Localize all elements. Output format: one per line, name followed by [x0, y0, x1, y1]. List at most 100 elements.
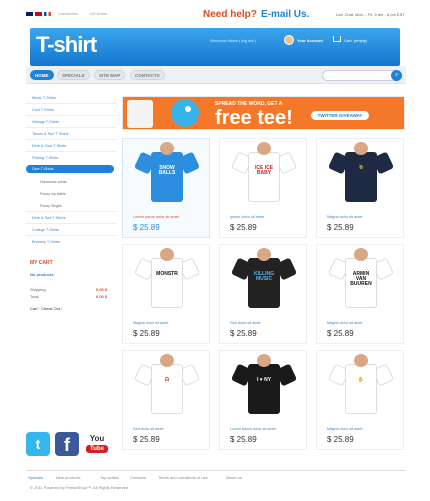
cart-icon[interactable] — [333, 36, 341, 42]
total-value: 0.00 $ — [96, 294, 108, 299]
product-image[interactable]: ARMIN VAN BUUREN — [327, 248, 395, 308]
product-name[interactable]: Sed dolor sit amet — [230, 321, 261, 325]
shirt-print-graphic: KILLING MUSIC — [254, 271, 274, 282]
tab-contacts[interactable]: CONTACTS — [130, 70, 165, 80]
product-image[interactable]: ☃ — [327, 142, 395, 202]
category-item[interactable]: Tennis & Surf T-Shirts — [32, 132, 69, 136]
product-name[interactable]: Lorem ipsum dolor sit amet — [133, 215, 179, 219]
flag-uk-icon[interactable] — [26, 12, 33, 16]
category-item[interactable]: Cool T-Shirts — [32, 108, 54, 112]
product-name[interactable]: Ipsum dolor sit amet — [230, 215, 264, 219]
product-card[interactable]: I ♥ NY Lorem ipsum dolor sit amet $ 25.89 — [219, 350, 307, 450]
product-card[interactable]: ✋ Magna dolor sit amet $ 25.89 — [316, 350, 404, 450]
cart-block: MY CART No products Shipping 0.00 $ Tota… — [26, 254, 116, 324]
category-item-active[interactable]: Dice T-Shirts — [32, 167, 54, 171]
youtube-tube-text: Tube — [86, 445, 108, 453]
tab-site-map[interactable]: SITE MAP — [94, 70, 126, 80]
product-price: $ 25.89 — [230, 329, 257, 338]
cart-checkout-links[interactable]: Cart · Check Out › — [30, 306, 62, 311]
footer-link[interactable]: Terms and conditions of use — [158, 475, 208, 480]
product-card[interactable]: ARMIN VAN BUUREN Magna dolor sit amet $ 25… — [316, 244, 404, 344]
divider — [26, 115, 116, 116]
category-item[interactable]: Vintage T-Shirts — [32, 120, 59, 124]
product-price: $ 25.89 — [230, 435, 257, 444]
footer-link[interactable]: About us — [226, 475, 242, 480]
total-label: Total — [30, 294, 39, 299]
product-card[interactable]: SNOW BALLS Lorem ipsum dolor sit amet $ 25… — [122, 138, 210, 238]
category-item[interactable]: College T-Shirts — [32, 228, 59, 232]
product-image[interactable]: ᗣ — [133, 354, 201, 414]
product-image[interactable]: MONSTR — [133, 248, 201, 308]
footer-link[interactable]: Contacts — [130, 475, 146, 480]
category-item[interactable]: Dine & Surf T-Shirts — [32, 216, 65, 220]
product-card[interactable]: ☃ Magna dolor sit amet $ 25.89 — [316, 138, 404, 238]
product-card[interactable]: ᗣ Sed dolor sit amet $ 25.89 — [122, 350, 210, 450]
shipping-label: Shipping — [30, 287, 46, 292]
product-image[interactable]: KILLING MUSIC — [230, 248, 298, 308]
tab-home[interactable]: HOME — [30, 70, 54, 80]
product-price: $ 25.89 — [327, 223, 354, 232]
currency-select[interactable]: US Dollar — [90, 11, 107, 16]
product-name[interactable]: Lorem ipsum dolor sit amet — [230, 427, 276, 431]
category-item[interactable]: Fishing T-Shirts — [32, 156, 58, 160]
product-price: $ 25.89 — [133, 329, 160, 338]
footer-link[interactable]: Top sellers — [100, 475, 119, 480]
site-logo[interactable]: T-shirt — [36, 32, 97, 58]
category-item[interactable]: Music T-Shirts — [32, 96, 56, 100]
product-name[interactable]: Magna dolor sit amet — [133, 321, 168, 325]
product-name[interactable]: Magna dolor sit amet — [327, 427, 362, 431]
product-name[interactable]: Sed dolor sit amet — [133, 427, 164, 431]
divider — [26, 211, 116, 212]
product-image[interactable]: I ♥ NY — [230, 354, 298, 414]
site-footer: Specials New products Top sellers Contac… — [26, 470, 406, 500]
cart-link[interactable]: Cart: (empty) — [344, 38, 367, 43]
divider — [26, 139, 116, 140]
product-image[interactable]: ✋ — [327, 354, 395, 414]
twitter-icon[interactable]: t — [26, 432, 50, 456]
cart-empty-text: No products — [30, 272, 54, 277]
product-image[interactable]: SNOW BALLS — [133, 142, 201, 202]
shirt-print-graphic: I ♥ NY — [256, 377, 272, 383]
subcategory-item[interactable]: Funny my shirts — [40, 192, 65, 196]
divider — [26, 235, 116, 236]
welcome-text[interactable]: Welcome Adam ( log out ) — [210, 38, 256, 43]
product-name[interactable]: Magna dolor sit amet — [327, 215, 362, 219]
shirt-print-graphic: SNOW BALLS — [158, 165, 176, 176]
footer-link[interactable]: New products — [56, 475, 80, 480]
subcategory-item[interactable]: Funny Singlts — [40, 204, 62, 208]
product-image[interactable]: ICE ICE BABY — [230, 142, 298, 202]
twitter-bird-icon — [171, 99, 199, 127]
top-bar: Currencies: US Dollar Need help? E-mail … — [0, 0, 430, 30]
flag-fr-icon[interactable] — [44, 12, 51, 16]
shirt-print-graphic: ✋ — [357, 377, 365, 383]
footer-link[interactable]: Specials — [28, 475, 43, 480]
copyright-text: © 2011 Powered by PrestaShop™. All Right… — [30, 485, 129, 490]
search-input[interactable]: ⌕ — [322, 70, 402, 81]
email-us-link[interactable]: E-mail Us. — [261, 9, 309, 20]
category-item[interactable]: Dine & Club T-Shirts — [32, 144, 66, 148]
product-card[interactable]: ICE ICE BABY Ipsum dolor sit amet $ 25.89 — [219, 138, 307, 238]
divider — [26, 223, 116, 224]
facebook-icon[interactable]: f — [55, 432, 79, 456]
product-card[interactable]: KILLING MUSIC Sed dolor sit amet $ 25.89 — [219, 244, 307, 344]
search-icon[interactable]: ⌕ — [391, 70, 402, 81]
site-header: T-shirt Welcome Adam ( log out ) Your Ac… — [30, 28, 400, 66]
need-help-text: Need help? — [203, 9, 257, 20]
divider — [26, 127, 116, 128]
flag-es-icon[interactable] — [35, 12, 42, 16]
subcategory-item[interactable]: Humorous prints — [40, 180, 66, 184]
banner-headline: free tee! — [215, 107, 293, 129]
tab-specials[interactable]: SPECIALS — [57, 70, 90, 80]
shipping-value: 0.00 $ — [96, 287, 108, 292]
product-price: $ 25.89 — [327, 329, 354, 338]
youtube-icon[interactable]: You Tube — [84, 432, 110, 456]
account-link[interactable]: Your Account — [297, 38, 323, 43]
twitter-giveaway-banner[interactable]: SPREAD THE WORD, GET A free tee! TWITTER… — [122, 96, 405, 130]
divider — [26, 151, 116, 152]
bird-eye — [185, 106, 191, 112]
user-icon[interactable] — [284, 35, 294, 45]
twitter-giveaway-button[interactable]: TWITTER GIVEAWAY — [311, 111, 369, 120]
category-item[interactable]: Brewery T-Shirts — [32, 240, 60, 244]
product-name[interactable]: Magna dolor sit amet — [327, 321, 362, 325]
product-card[interactable]: MONSTR Magna dolor sit amet $ 25.89 — [122, 244, 210, 344]
